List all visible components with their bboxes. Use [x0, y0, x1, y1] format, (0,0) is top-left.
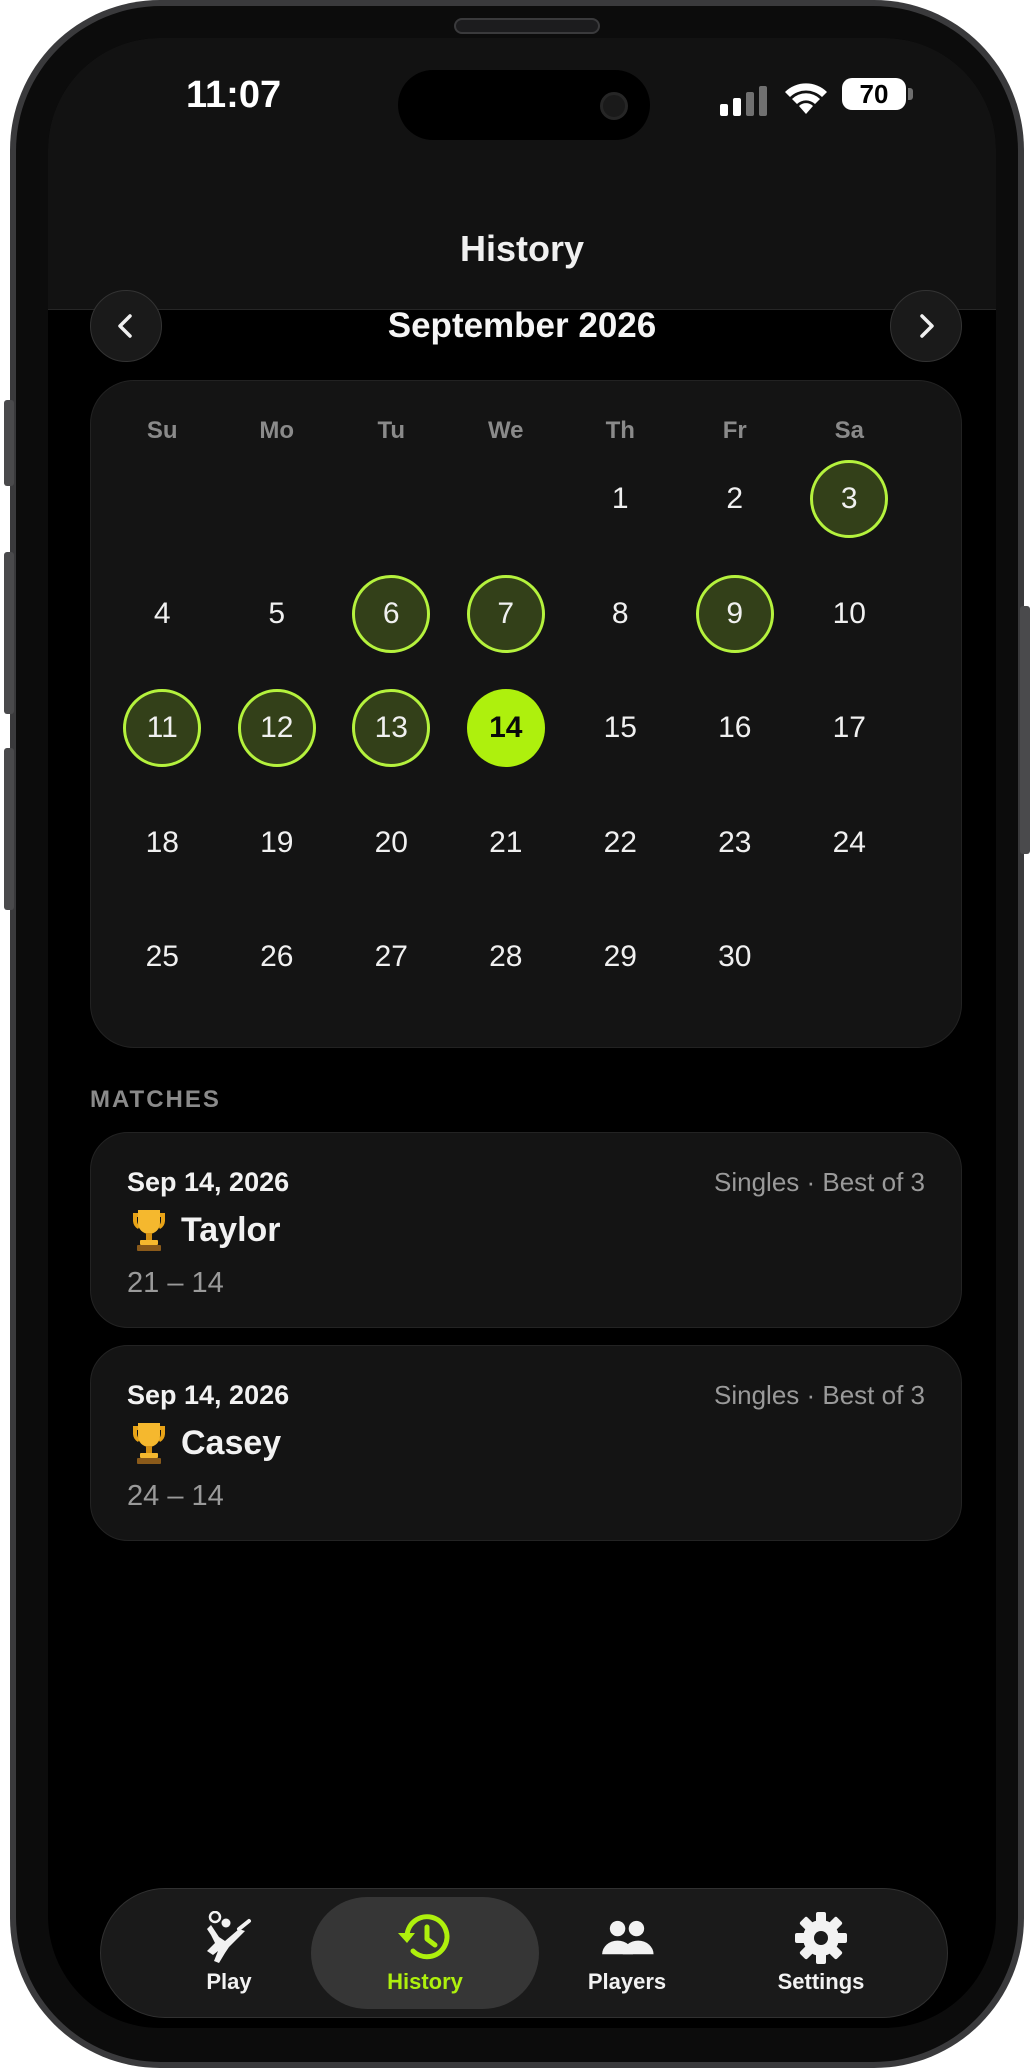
phone-frame: 11:07 70 History September 2026 Su Mo Tu…: [4, 0, 1030, 2068]
trophy-icon: [133, 1423, 165, 1464]
tab-label: Players: [587, 1969, 667, 1994]
match-date: Sep 14, 2026: [127, 1380, 290, 1410]
calendar-day[interactable]: 9: [695, 574, 774, 653]
calendar-day[interactable]: 28: [467, 918, 545, 996]
calendar-day[interactable]: 25: [123, 918, 201, 996]
battery-tip: [908, 88, 913, 100]
next-month-button[interactable]: [890, 290, 962, 362]
calendar-day[interactable]: 18: [123, 804, 201, 882]
weekday-label: Th: [605, 417, 635, 444]
calendar-day[interactable]: 15: [581, 689, 659, 767]
calendar-day[interactable]: 22: [581, 804, 659, 882]
cellular-signal-icon: [720, 84, 770, 116]
tab-label: Settings: [777, 1969, 865, 1994]
calendar-day[interactable]: 27: [352, 918, 430, 996]
match-format: Singles · Best of 3: [714, 1380, 925, 1410]
earpiece-speaker: [454, 18, 600, 34]
match-date: Sep 14, 2026: [127, 1167, 290, 1197]
wifi-icon: [785, 83, 827, 114]
nav-header: History: [48, 198, 996, 310]
calendar-day[interactable]: 10: [810, 575, 888, 653]
winner-name: Taylor: [181, 1210, 281, 1249]
trophy-icon: [133, 1210, 165, 1251]
calendar-day[interactable]: 24: [810, 804, 888, 882]
calendar-day[interactable]: 3: [810, 460, 889, 538]
calendar-day[interactable]: 20: [352, 804, 430, 882]
battery-level: 70: [842, 78, 906, 110]
calendar-day[interactable]: 2: [696, 460, 774, 538]
power-button: [1020, 606, 1030, 854]
calendar-day[interactable]: 19: [238, 804, 316, 882]
tab-settings[interactable]: Settings: [707, 1897, 935, 2009]
volume-down-button: [4, 748, 14, 910]
tab-label: Play: [206, 1969, 252, 1994]
weekday-label: Tu: [377, 417, 406, 444]
matches-section-label: MATCHES: [90, 1086, 221, 1113]
tab-bar: Play History Players Settings: [100, 1888, 948, 2018]
match-winner: Casey: [127, 1420, 281, 1466]
calendar-day[interactable]: 5: [238, 575, 316, 653]
calendar-day[interactable]: 7: [466, 574, 545, 653]
calendar-day[interactable]: 23: [696, 804, 774, 882]
tab-label: History: [387, 1969, 463, 1994]
tab-play[interactable]: Play: [115, 1897, 343, 2009]
winner-name: Casey: [181, 1423, 282, 1462]
calendar-day[interactable]: 12: [237, 689, 316, 767]
match-card[interactable]: Sep 14, 2026 Singles · Best of 3 Taylor …: [90, 1132, 962, 1328]
match-score: 21 – 14: [127, 1267, 224, 1299]
match-winner: Taylor: [127, 1207, 281, 1253]
weekday-label: Mo: [259, 417, 295, 444]
page-title: History: [459, 228, 585, 269]
screen: 11:07 70 History September 2026 Su Mo Tu…: [48, 38, 996, 2028]
calendar-day[interactable]: 1: [581, 460, 659, 538]
status-time: 11:07: [186, 74, 282, 116]
month-title: September 2026: [387, 306, 657, 345]
calendar-day[interactable]: 17: [810, 689, 888, 767]
weekday-label: Sa: [834, 417, 864, 444]
weekday-label: We: [487, 417, 524, 444]
action-button: [4, 400, 14, 486]
status-bar: 11:07 70: [48, 38, 996, 198]
volleyball-player-icon: [207, 1911, 251, 1963]
chevron-right-icon: [920, 314, 934, 338]
calendar-day[interactable]: 21: [467, 804, 545, 882]
history-clock-icon: [398, 1914, 450, 1960]
gear-icon: [795, 1912, 847, 1964]
match-format: Singles · Best of 3: [714, 1167, 925, 1197]
calendar-card: Su Mo Tu We Th Fr Sa 1 2 3 4 5 6 7 8 9 10 11 12 13 14 15 16 17 1…: [90, 380, 962, 1048]
calendar-day[interactable]: 30: [696, 918, 774, 996]
calendar-day[interactable]: 11: [123, 689, 202, 767]
players-icon: [602, 1920, 654, 1955]
calendar-day[interactable]: 6: [352, 574, 431, 653]
calendar-day[interactable]: 29: [581, 918, 659, 996]
match-card[interactable]: Sep 14, 2026 Singles · Best of 3 Casey 2…: [90, 1345, 962, 1541]
calendar-day[interactable]: 8: [581, 575, 659, 653]
calendar-day[interactable]: 4: [123, 575, 201, 653]
front-camera: [600, 92, 628, 120]
calendar-day[interactable]: 26: [238, 918, 316, 996]
weekday-label: Su: [146, 417, 178, 444]
calendar-day[interactable]: 16: [696, 689, 774, 767]
calendar-day[interactable]: 13: [352, 689, 431, 767]
weekday-label: Fr: [722, 417, 747, 444]
volume-up-button: [4, 552, 14, 714]
tab-history[interactable]: History: [311, 1897, 539, 2009]
match-score: 24 – 14: [127, 1480, 224, 1512]
dynamic-island: [398, 70, 650, 140]
calendar-day[interactable]: 14: [466, 689, 545, 767]
